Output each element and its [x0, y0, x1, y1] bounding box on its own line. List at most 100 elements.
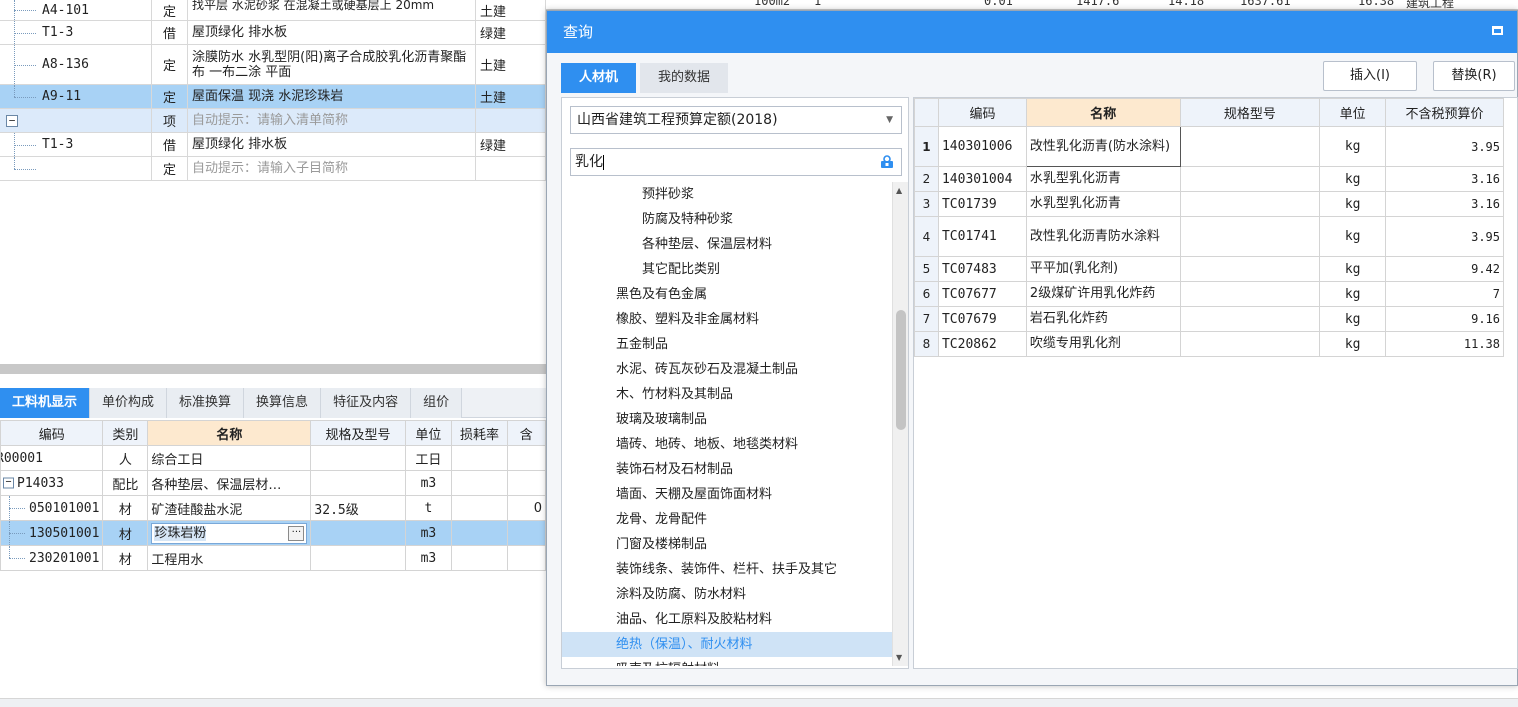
table-row[interactable]: 5 TC07483 平平加(乳化剂) kg 9.42 [914, 256, 1504, 282]
item-name: 屋顶绿化 排水板 [187, 132, 476, 157]
bg-v5: 16.38 [1358, 0, 1395, 8]
col-extra[interactable]: 含 [506, 420, 547, 446]
ellipsis-button[interactable]: ··· [288, 525, 305, 541]
bg-v2: 1417.6 [1076, 0, 1120, 8]
scroll-down-icon[interactable]: ▼ [896, 653, 902, 662]
tree-item[interactable]: 墙砖、地砖、地板、地毯类材料 [562, 432, 892, 457]
table-row[interactable]: 050101001 材 矿渣硅酸盐水泥 32.5级 t 0 [0, 495, 547, 521]
item-name-hint[interactable]: 自动提示：请输入子目简称 [187, 156, 476, 181]
item-name-hint[interactable]: 自动提示：请输入清单简称 [187, 108, 476, 133]
maximize-icon[interactable] [1492, 26, 1503, 35]
tree-item[interactable]: 装饰石材及石材制品 [562, 457, 892, 482]
col-unit[interactable]: 单位 [1319, 98, 1387, 127]
tree-scrollbar[interactable]: ▲ ▼ [892, 182, 908, 666]
table-row[interactable]: 定 自动提示：请输入子目简称 [0, 156, 546, 181]
tab-conversion-info[interactable]: 换算信息 [244, 388, 322, 418]
scroll-thumb[interactable] [896, 310, 906, 430]
res-type: 材 [102, 495, 149, 521]
table-row[interactable]: T1-3 借 屋顶绿化 排水板 绿建 [0, 20, 546, 45]
tree-item[interactable]: 各种垫层、保温层材料 [562, 232, 892, 257]
pane-splitter[interactable] [0, 364, 546, 374]
table-row[interactable]: 7 TC07679 岩石乳化炸药 kg 9.16 [914, 306, 1504, 332]
search-input[interactable]: 乳化 [570, 148, 902, 176]
res-unit: m3 [404, 470, 453, 496]
table-row-selected[interactable]: A9-11 定 屋面保温 现浇 水泥珍珠岩 土建 [0, 84, 546, 109]
table-row[interactable]: 1 140301006 改性乳化沥青(防水涂料) kg 3.95 [914, 126, 1504, 167]
search-icon[interactable] [879, 154, 895, 170]
dialog-title-bar[interactable]: 查询 [547, 11, 1517, 53]
item-type: 定 [151, 84, 188, 109]
col-code[interactable]: 编码 [0, 420, 104, 446]
tree-item[interactable]: 橡胶、塑料及非金属材料 [562, 307, 892, 332]
tab-pricing[interactable]: 组价 [411, 388, 463, 418]
search-value: 乳化 [575, 154, 603, 170]
table-row[interactable]: A4-101 定 找平层 水泥砂浆 在混凝土或硬基层上 20mm 土建 [0, 0, 546, 21]
tab-unit-price[interactable]: 单价构成 [90, 388, 168, 418]
res-name-editor[interactable]: 珍珠岩粉 ··· [151, 522, 308, 544]
table-row[interactable]: R00001 人 综合工日 工日 [0, 445, 547, 471]
item-type: 定 [151, 156, 188, 181]
mat-code: 140301006 [937, 126, 1027, 167]
col-type[interactable]: 类别 [102, 420, 149, 446]
table-row[interactable]: 2 140301004 水乳型乳化沥青 kg 3.16 [914, 166, 1504, 192]
background-row-strip: 100m2 1 0.01 1417.6 14.18 1637.61 16.38 … [546, 0, 1518, 10]
col-name[interactable]: 名称 [147, 420, 312, 446]
database-select[interactable]: 山西省建筑工程预算定额(2018) ▼ [570, 106, 902, 134]
tree-item[interactable]: 防腐及特种砂浆 [562, 207, 892, 232]
table-row[interactable]: 3 TC01739 水乳型乳化沥青 kg 3.16 [914, 191, 1504, 217]
tab-features[interactable]: 特征及内容 [321, 388, 412, 418]
tree-item[interactable]: 装饰线条、装饰件、栏杆、扶手及其它 [562, 557, 892, 582]
tree-item[interactable]: 五金制品 [562, 332, 892, 357]
tree-item[interactable]: 黑色及有色金属 [562, 282, 892, 307]
table-row-selected[interactable]: 130501001 材 珍珠岩粉 ··· m3 [0, 520, 547, 546]
tree-item[interactable]: 其它配比类别 [562, 257, 892, 282]
tree-item[interactable]: 墙面、天棚及屋面饰面材料 [562, 482, 892, 507]
mat-code: TC01739 [937, 191, 1027, 217]
table-row[interactable]: − 项 自动提示：请输入清单简称 [0, 108, 546, 133]
table-row[interactable]: 230201001 材 工程用水 m3 [0, 545, 547, 571]
col-loss[interactable]: 损耗率 [451, 420, 508, 446]
replace-button[interactable]: 替换(R) [1433, 61, 1515, 91]
col-price[interactable]: 不含税预算价 [1385, 98, 1504, 127]
collapse-icon[interactable]: − [3, 477, 14, 489]
item-name: 涂膜防水 水乳型阴(阳)离子合成胶乳化沥青聚酯布 一布二涂 平面 [187, 44, 476, 85]
tree-item[interactable]: 门窗及楼梯制品 [562, 532, 892, 557]
mat-code: TC20862 [937, 331, 1027, 357]
collapse-icon[interactable]: − [6, 114, 18, 127]
mat-spec [1179, 306, 1321, 332]
tree-item[interactable]: 预拌砂浆 [562, 182, 892, 207]
tree-item[interactable]: 玻璃及玻璃制品 [562, 407, 892, 432]
tree-item[interactable]: 水泥、砖瓦灰砂石及混凝土制品 [562, 357, 892, 382]
col-spec[interactable]: 规格型号 [1179, 98, 1321, 127]
res-loss [451, 495, 508, 521]
tab-standard-conversion[interactable]: 标准换算 [167, 388, 245, 418]
table-row[interactable]: T1-3 借 屋顶绿化 排水板 绿建 [0, 132, 546, 157]
table-row[interactable]: A8-136 定 涂膜防水 水乳型阴(阳)离子合成胶乳化沥青聚酯布 一布二涂 平… [0, 44, 546, 85]
col-name[interactable]: 名称 [1025, 98, 1181, 127]
table-row[interactable]: 4 TC01741 改性乳化沥青防水涂料 kg 3.95 [914, 216, 1504, 257]
scroll-up-icon[interactable]: ▲ [896, 186, 902, 195]
table-row[interactable]: 6 TC07677 2级煤矿许用乳化炸药 kg 7 [914, 281, 1504, 307]
tab-resource-display[interactable]: 工料机显示 [0, 388, 91, 418]
bottom-tab-bar: 工料机显示 单价构成 标准换算 换算信息 特征及内容 组价 [0, 388, 546, 418]
col-spec[interactable]: 规格及型号 [310, 420, 406, 446]
tree-item[interactable]: 油品、化工原料及胶粘材料 [562, 607, 892, 632]
item-category: 绿建 [475, 20, 546, 45]
res-loss [451, 470, 508, 496]
tree-item[interactable]: 吸声及抗辐射材料 [562, 657, 892, 666]
table-row[interactable]: 8 TC20862 吹缆专用乳化剂 kg 11.38 [914, 331, 1504, 357]
tree-item[interactable]: 涂料及防腐、防水材料 [562, 582, 892, 607]
res-name: 工程用水 [147, 545, 312, 571]
tree-item[interactable]: 木、竹材料及其制品 [562, 382, 892, 407]
table-row[interactable]: − P14033 配比 各种垫层、保温层材… m3 [0, 470, 547, 496]
row-number: 7 [914, 306, 939, 332]
row-number: 4 [914, 216, 939, 257]
tree-item-selected[interactable]: 绝热（保温）、耐火材料 [562, 632, 892, 657]
tab-resources[interactable]: 人材机 [561, 63, 637, 93]
col-code[interactable]: 编码 [937, 98, 1027, 127]
tree-item[interactable]: 龙骨、龙骨配件 [562, 507, 892, 532]
tab-my-data[interactable]: 我的数据 [640, 63, 729, 93]
insert-button[interactable]: 插入(I) [1323, 61, 1417, 91]
mat-spec [1179, 331, 1321, 357]
col-unit[interactable]: 单位 [404, 420, 453, 446]
